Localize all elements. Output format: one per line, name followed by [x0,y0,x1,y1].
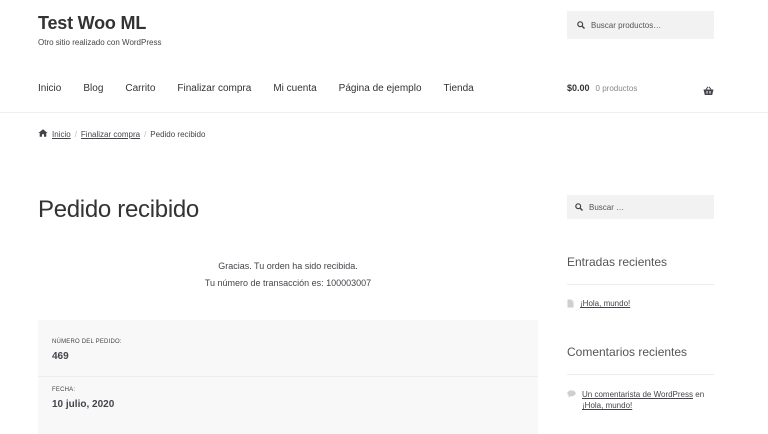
thanks-message: Gracias. Tu orden ha sido recibida. [218,261,358,271]
recent-comment-item: Un comentarista de WordPress en ¡Hola, m… [567,389,704,411]
basket-icon[interactable] [703,83,714,101]
product-search[interactable] [567,11,714,39]
cart-amount[interactable]: $0.00 [567,83,590,93]
nav-item-inicio[interactable]: Inicio [38,83,61,94]
cart-count[interactable]: 0 productos [596,84,638,93]
order-date: FECHA: 10 julio, 2020 [52,387,114,410]
nav-item-carrito[interactable]: Carrito [125,83,155,94]
header-cart[interactable]: $0.00 0 productos [567,83,637,93]
comment-on-text: en [695,390,705,399]
breadcrumb-home-link[interactable]: Inicio [52,130,71,139]
search-icon [575,203,583,211]
primary-navigation: Inicio Blog Carrito Finalizar compra Mi … [38,83,496,94]
comment-post-link[interactable]: ¡Hola, mundo! [582,401,632,410]
site-title[interactable]: Test Woo ML [38,13,146,34]
header-divider [0,112,768,113]
transaction-number: Tu número de transacción es: 100003007 [204,278,372,288]
sidebar-search[interactable] [567,195,714,219]
recent-post-item: ¡Hola, mundo! [567,298,630,311]
order-row-divider [38,376,538,377]
order-date-label: FECHA: [52,387,76,393]
breadcrumb: Inicio / Finalizar compra / Pedido recib… [38,129,205,139]
product-search-input[interactable] [591,20,701,30]
order-received-notice: Gracias. Tu orden ha sido recibida. Tu n… [38,258,538,292]
widget-divider [567,284,714,285]
recent-comments-title: Comentarios recientes [567,345,688,359]
zigzag-edge [38,317,538,321]
widget-divider [567,374,714,375]
comment-author-link[interactable]: Un comentarista de WordPress [582,390,693,399]
order-date-value: 10 julio, 2020 [52,399,115,410]
breadcrumb-separator: / [144,129,147,139]
order-number-label: NÚMERO DEL PEDIDO: [52,339,122,345]
site-description: Otro sitio realizado con WordPress [38,38,162,47]
breadcrumb-checkout-link[interactable]: Finalizar compra [81,130,140,139]
nav-item-mi-cuenta[interactable]: Mi cuenta [273,83,316,94]
nav-item-finalizar-compra[interactable]: Finalizar compra [177,83,251,94]
sidebar-search-input[interactable] [589,202,699,212]
nav-item-tienda[interactable]: Tienda [444,83,474,94]
recent-posts-title: Entradas recientes [567,255,668,269]
order-number: NÚMERO DEL PEDIDO: 469 [52,339,122,362]
breadcrumb-separator: / [74,129,77,139]
recent-post-link[interactable]: ¡Hola, mundo! [580,298,630,309]
page-title: Pedido recibido [38,196,199,223]
home-icon [38,129,48,139]
comment-bubble-icon [567,390,576,401]
order-number-value: 469 [52,351,69,362]
document-icon [567,299,574,311]
nav-item-pagina-de-ejemplo[interactable]: Página de ejemplo [339,83,422,94]
breadcrumb-current: Pedido recibido [150,129,206,139]
nav-item-blog[interactable]: Blog [83,83,103,94]
order-overview: NÚMERO DEL PEDIDO: 469 FECHA: 10 julio, … [38,317,538,434]
search-icon [577,21,585,29]
